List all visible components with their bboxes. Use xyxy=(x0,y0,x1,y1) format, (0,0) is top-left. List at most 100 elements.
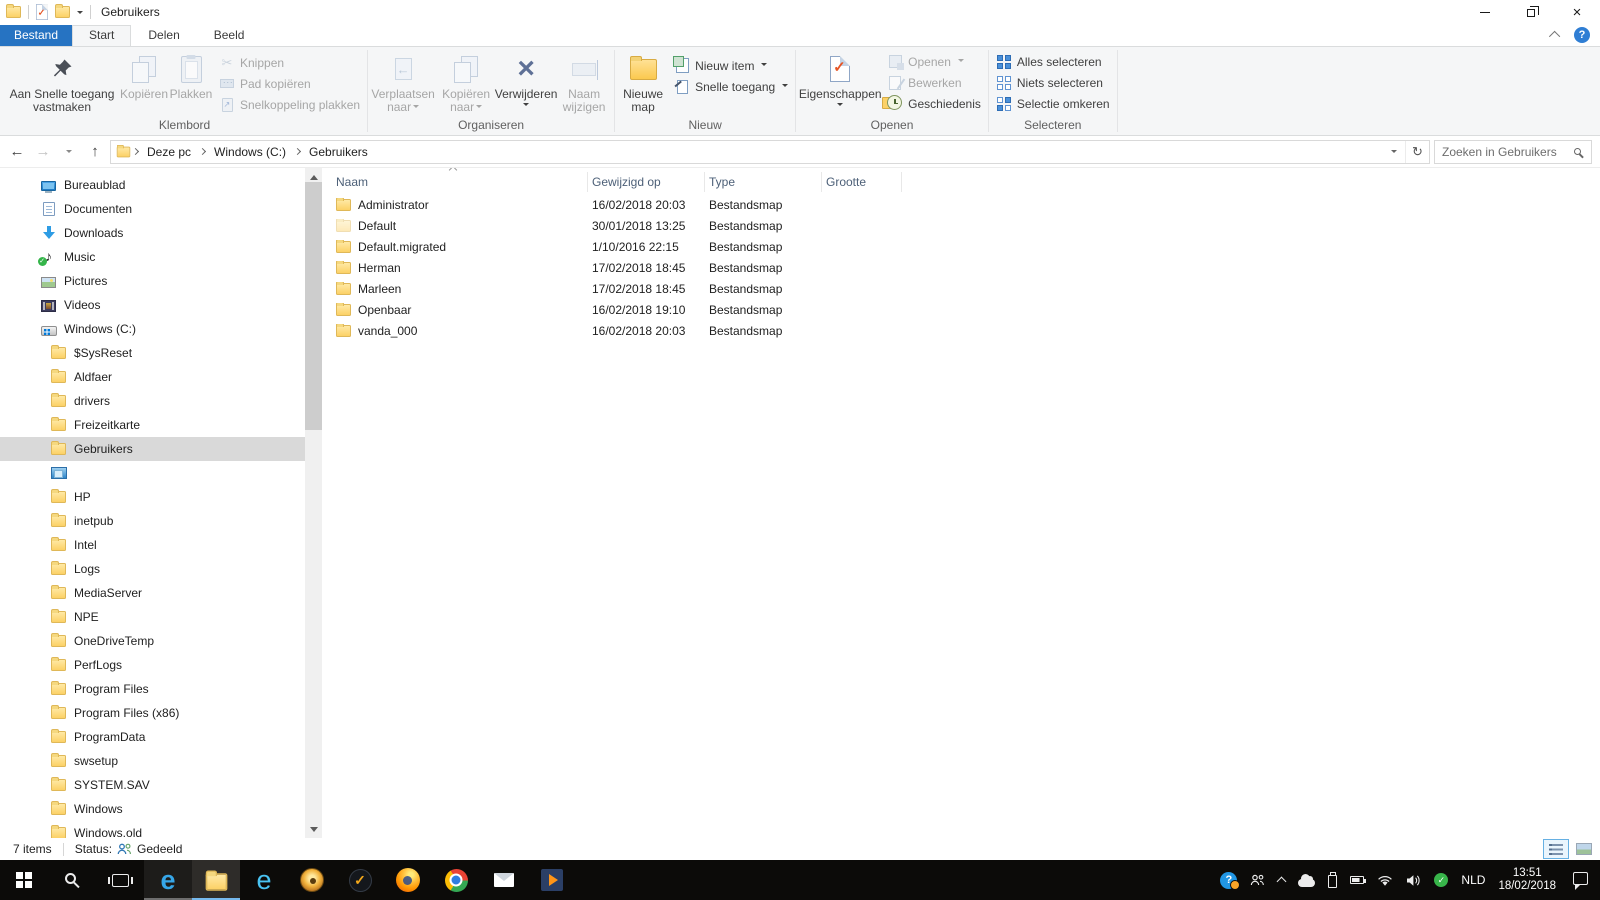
sidebar-item-programdata[interactable]: ProgramData xyxy=(0,725,305,749)
language-indicator[interactable]: NLD xyxy=(1461,873,1485,887)
open-button[interactable]: Openen xyxy=(882,51,986,72)
rename-button[interactable]: Naam wijzigen xyxy=(556,49,612,117)
tray-cloud-icon[interactable] xyxy=(1298,874,1315,887)
sidebar-scrollbar[interactable] xyxy=(305,168,322,838)
copy-to-button[interactable]: Kopiëren naar xyxy=(436,49,496,117)
minimize-button[interactable] xyxy=(1462,0,1508,24)
sidebar-item-bureaublad[interactable]: Bureaublad xyxy=(0,173,305,197)
sidebar-item-perflogs[interactable]: PerfLogs xyxy=(0,653,305,677)
tray-chevron-up-icon[interactable] xyxy=(1278,875,1285,885)
sidebar-item-freizeitkarte[interactable]: Freizeitkarte xyxy=(0,413,305,437)
sidebar-item-hp[interactable]: HP xyxy=(0,485,305,509)
sidebar-item-mediaserver[interactable]: MediaServer xyxy=(0,581,305,605)
clock[interactable]: 13:51 18/02/2018 xyxy=(1498,867,1556,893)
action-center-icon[interactable] xyxy=(1573,872,1588,885)
qat-properties-icon[interactable] xyxy=(36,4,48,20)
cut-button[interactable]: ✂ Knippen xyxy=(214,52,365,73)
new-folder-button[interactable]: Nieuwe map xyxy=(617,49,669,117)
sidebar-item-downloads[interactable]: Downloads xyxy=(0,221,305,245)
file-row-vanda-000[interactable]: vanda_00016/02/2018 20:03Bestandsmap xyxy=(332,320,1600,341)
restore-button[interactable] xyxy=(1508,0,1554,24)
sidebar-item-swsetup[interactable]: swsetup xyxy=(0,749,305,773)
qat-new-folder-icon[interactable] xyxy=(55,6,70,18)
sidebar-item-gebruikers[interactable]: Gebruikers xyxy=(0,437,305,461)
sidebar-item-program-files[interactable]: Program Files xyxy=(0,677,305,701)
address-dropdown-icon[interactable] xyxy=(1391,150,1397,156)
taskbar-compass-button[interactable] xyxy=(288,860,336,900)
tab-share[interactable]: Delen xyxy=(131,25,196,46)
tab-view[interactable]: Beeld xyxy=(197,25,262,46)
up-button[interactable]: ↑ xyxy=(82,140,108,164)
thumbnails-view-button[interactable] xyxy=(1571,839,1597,859)
close-button[interactable]: × xyxy=(1554,0,1600,24)
sidebar-item-pictures[interactable]: Pictures xyxy=(0,269,305,293)
tray-battery-icon[interactable] xyxy=(1350,876,1364,884)
file-row-administrator[interactable]: Administrator16/02/2018 20:03Bestandsmap xyxy=(332,194,1600,215)
sidebar-item-inetpub[interactable]: inetpub xyxy=(0,509,305,533)
paste-shortcut-button[interactable]: Snelkoppeling plakken xyxy=(214,94,365,115)
new-item-button[interactable]: Nieuw item xyxy=(669,55,793,76)
edit-button[interactable]: Bewerken xyxy=(882,72,986,93)
copy-path-button[interactable]: Pad kopiëren xyxy=(214,73,365,94)
back-button[interactable]: ← xyxy=(4,140,30,164)
sidebar-item-drivers[interactable]: drivers xyxy=(0,389,305,413)
taskbar-firefox-button[interactable] xyxy=(384,860,432,900)
file-row-default[interactable]: Default30/01/2018 13:25Bestandsmap xyxy=(332,215,1600,236)
taskbar-chrome-button[interactable] xyxy=(432,860,480,900)
tab-start[interactable]: Start xyxy=(72,25,131,46)
collapse-ribbon-icon[interactable] xyxy=(1549,31,1560,42)
quick-access-button[interactable]: Snelle toegang xyxy=(669,76,793,97)
taskbar-norton-button[interactable]: ✓ xyxy=(336,860,384,900)
history-button[interactable]: Geschiedenis xyxy=(882,93,986,114)
taskbar-taskview-button[interactable] xyxy=(96,860,144,900)
breadcrumb-item-windows-c[interactable]: Windows (C:) xyxy=(207,145,293,159)
column-header-grootte[interactable]: Grootte xyxy=(822,172,902,192)
sidebar-item-documenten[interactable]: Documenten xyxy=(0,197,305,221)
tray-usb-icon[interactable] xyxy=(1328,873,1337,888)
forward-button[interactable]: → xyxy=(30,140,56,164)
file-row-herman[interactable]: Herman17/02/2018 18:45Bestandsmap xyxy=(332,257,1600,278)
address-input[interactable]: Deze pcWindows (C:)Gebruikers ↻ xyxy=(110,140,1430,164)
taskbar-search-button[interactable] xyxy=(48,860,96,900)
delete-button[interactable]: × Verwijderen xyxy=(496,49,556,117)
recent-locations-dropdown[interactable] xyxy=(56,140,82,164)
move-to-button[interactable]: ← Verplaatsen naar xyxy=(370,49,436,117)
breadcrumb-item-deze-pc[interactable]: Deze pc xyxy=(140,145,198,159)
sidebar-item-unnamed-blue-icon[interactable] xyxy=(0,461,305,485)
taskbar-explorer-button[interactable] xyxy=(192,860,240,900)
column-header-type[interactable]: Type xyxy=(705,172,822,192)
qat-customize-dropdown-icon[interactable] xyxy=(77,11,83,17)
tray-wifi-icon[interactable] xyxy=(1377,874,1393,887)
pin-to-quick-access-button[interactable]: Aan Snelle toegang vastmaken xyxy=(4,49,120,117)
column-header-naam[interactable]: Naam xyxy=(332,172,588,192)
sidebar-item-windows-c[interactable]: Windows (C:) xyxy=(0,317,305,341)
tray-people-icon[interactable] xyxy=(1250,874,1265,886)
breadcrumb-item-gebruikers[interactable]: Gebruikers xyxy=(302,145,375,159)
taskbar-movies-button[interactable] xyxy=(528,860,576,900)
file-row-openbaar[interactable]: Openbaar16/02/2018 19:10Bestandsmap xyxy=(332,299,1600,320)
file-row-marleen[interactable]: Marleen17/02/2018 18:45Bestandsmap xyxy=(332,278,1600,299)
help-icon[interactable]: ? xyxy=(1574,27,1590,43)
details-view-button[interactable] xyxy=(1543,839,1569,859)
taskbar-ie-button[interactable]: e xyxy=(240,860,288,900)
sidebar-item-program-files-x86[interactable]: Program Files (x86) xyxy=(0,701,305,725)
scrollbar-thumb[interactable] xyxy=(305,182,322,430)
sidebar-item-music[interactable]: ♪Music xyxy=(0,245,305,269)
sidebar-item-windows-old[interactable]: Windows.old xyxy=(0,821,305,838)
select-all-button[interactable]: Alles selecteren xyxy=(991,51,1115,72)
taskbar-start-button[interactable] xyxy=(0,860,48,900)
sidebar-item-intel[interactable]: Intel xyxy=(0,533,305,557)
select-none-button[interactable]: Niets selecteren xyxy=(991,72,1115,93)
copy-button[interactable]: Kopiëren xyxy=(120,49,168,117)
column-header-gewijzigd-op[interactable]: Gewijzigd op xyxy=(588,172,705,192)
sidebar-item-windows[interactable]: Windows xyxy=(0,797,305,821)
sidebar-item-logs[interactable]: Logs xyxy=(0,557,305,581)
tray-shield-icon[interactable]: ✓ xyxy=(1434,873,1448,887)
sidebar-item-videos[interactable]: Videos xyxy=(0,293,305,317)
sidebar-item-npe[interactable]: NPE xyxy=(0,605,305,629)
properties-button[interactable]: Eigenschappen xyxy=(798,49,882,117)
sidebar-item-sysreset[interactable]: $SysReset xyxy=(0,341,305,365)
invert-selection-button[interactable]: Selectie omkeren xyxy=(991,93,1115,114)
tray-help-icon[interactable]: ? xyxy=(1220,872,1237,889)
sidebar-item-system-sav[interactable]: SYSTEM.SAV xyxy=(0,773,305,797)
